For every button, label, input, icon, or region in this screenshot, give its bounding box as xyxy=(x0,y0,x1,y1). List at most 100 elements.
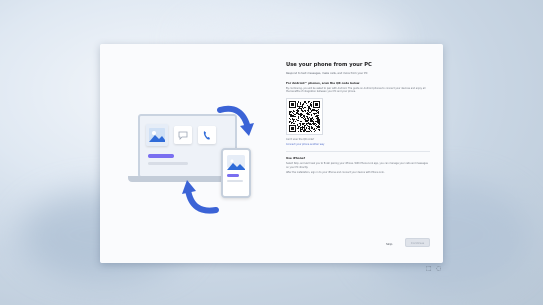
accessibility-icon[interactable]: ◌ xyxy=(436,265,441,272)
qr-module xyxy=(297,113,298,115)
qr-module xyxy=(309,101,310,103)
qr-module xyxy=(301,114,302,116)
qr-module xyxy=(298,106,299,108)
qr-module xyxy=(301,115,302,117)
qr-module xyxy=(318,129,319,131)
qr-module xyxy=(319,126,320,128)
qr-module xyxy=(308,109,309,111)
qr-module xyxy=(292,115,293,117)
qr-module xyxy=(314,114,315,116)
qr-module xyxy=(298,114,299,116)
qr-module xyxy=(308,106,309,108)
skip-button[interactable]: Skip xyxy=(386,242,392,246)
qr-module xyxy=(293,110,294,112)
qr-module xyxy=(306,116,307,118)
qr-module xyxy=(289,122,290,124)
qr-module xyxy=(306,103,307,105)
qr-module xyxy=(297,109,298,111)
qr-module xyxy=(308,120,309,122)
qr-module xyxy=(305,118,306,120)
qr-module xyxy=(313,110,314,112)
qr-module xyxy=(300,116,301,118)
qr-module xyxy=(311,110,312,112)
qr-module xyxy=(317,121,318,123)
qr-module xyxy=(307,123,308,125)
qr-module xyxy=(311,120,312,122)
cant-scan-text: Can't scan the QR code? xyxy=(286,138,315,142)
connect-another-way-link[interactable]: Connect your phone another way xyxy=(286,143,432,146)
qr-module xyxy=(302,117,303,119)
qr-module xyxy=(311,131,312,133)
qr-module xyxy=(303,104,304,106)
qr-module xyxy=(300,127,301,129)
qr-module xyxy=(301,117,302,119)
qr-module xyxy=(300,130,301,132)
qr-module xyxy=(296,119,297,121)
iphone-description-2: After the installation, sign in to your … xyxy=(286,170,385,174)
qr-module xyxy=(301,121,302,123)
qr-module xyxy=(293,123,294,125)
qr-module xyxy=(305,125,306,127)
qr-module xyxy=(299,106,300,108)
qr-module xyxy=(291,122,292,124)
qr-module xyxy=(303,116,304,118)
qr-module xyxy=(293,111,294,113)
qr-module xyxy=(315,130,316,132)
qr-module xyxy=(300,121,301,123)
qr-module xyxy=(307,116,308,118)
qr-module xyxy=(298,126,299,128)
qr-module xyxy=(307,121,308,123)
qr-module xyxy=(291,114,292,116)
qr-module xyxy=(310,124,311,126)
qr-module xyxy=(317,120,318,122)
network-icon[interactable]: ⬚ xyxy=(426,265,432,272)
qr-module xyxy=(301,110,302,112)
qr-module xyxy=(291,123,292,125)
qr-module xyxy=(305,120,306,122)
placeholder-bar xyxy=(227,180,243,182)
qr-module xyxy=(299,108,300,110)
qr-module xyxy=(312,123,313,125)
divider xyxy=(286,151,430,153)
qr-module xyxy=(304,102,305,104)
qr-module xyxy=(305,111,306,113)
qr-module xyxy=(296,112,297,114)
qr-module xyxy=(317,122,318,124)
qr-module xyxy=(298,110,299,112)
qr-module xyxy=(307,110,308,112)
qr-module xyxy=(305,121,306,123)
qr-module xyxy=(298,113,299,115)
qr-module xyxy=(296,110,297,112)
qr-module xyxy=(298,128,299,130)
continue-button[interactable]: Continue xyxy=(405,238,430,247)
qr-module xyxy=(294,111,295,113)
qr-module xyxy=(312,118,313,120)
qr-module xyxy=(310,108,311,110)
qr-module xyxy=(308,119,309,121)
qr-module xyxy=(315,116,316,118)
qr-module xyxy=(304,115,305,117)
qr-module xyxy=(290,115,291,117)
qr-module xyxy=(312,117,313,119)
qr-module xyxy=(309,123,310,125)
qr-module xyxy=(303,118,304,120)
qr-module xyxy=(318,123,319,125)
qr-module xyxy=(313,109,314,111)
qr-module xyxy=(304,129,305,131)
qr-module xyxy=(310,120,311,122)
qr-module xyxy=(302,124,303,126)
qr-module xyxy=(312,110,313,112)
qr-module xyxy=(300,115,301,117)
dialog-title: Use your phone from your PC xyxy=(286,62,372,68)
sync-arrow-icon xyxy=(182,180,219,214)
qr-module xyxy=(300,104,301,106)
qr-module xyxy=(318,112,319,114)
qr-module xyxy=(306,131,307,133)
qr-module xyxy=(305,119,306,121)
qr-module xyxy=(315,125,316,127)
qr-module xyxy=(292,122,293,124)
qr-module xyxy=(305,110,306,112)
qr-module xyxy=(315,121,316,123)
qr-module xyxy=(314,113,315,115)
qr-module xyxy=(304,110,305,112)
